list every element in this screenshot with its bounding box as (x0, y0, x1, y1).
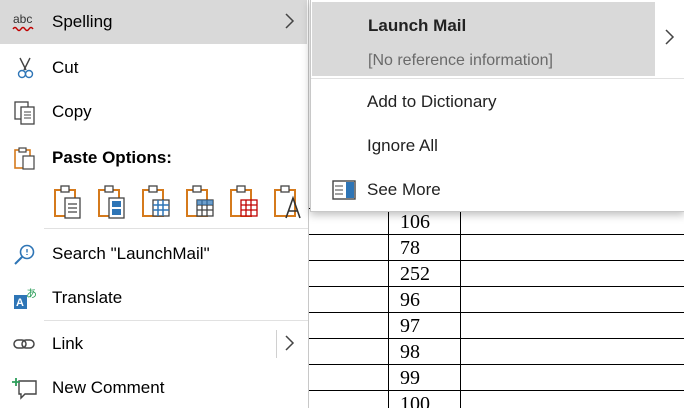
chevron-right-icon[interactable] (663, 26, 677, 48)
table-row: 106 (308, 208, 684, 235)
table-row: 100 (308, 390, 684, 408)
translate-icon: A あ (12, 286, 38, 310)
suggestion-title: Launch Mail (368, 16, 467, 35)
link-label: Link (52, 334, 84, 353)
table-cell: 96 (400, 289, 420, 311)
paste-keep-source-icon[interactable] (52, 184, 84, 222)
svg-text:あ: あ (26, 287, 37, 300)
clipboard-icon (12, 146, 38, 170)
chevron-right-icon[interactable] (283, 332, 297, 354)
translate-label: Translate (52, 288, 123, 307)
table-row: 252 (308, 260, 684, 287)
scissors-icon (12, 56, 38, 80)
context-menu: abc Spelling Cut Copy Paste Options: Sea… (0, 0, 309, 408)
suggestion-launch-mail[interactable]: Launch Mail [No reference information] (312, 2, 655, 76)
svg-text:A: A (16, 297, 24, 309)
menu-item-spelling[interactable]: abc Spelling (0, 0, 307, 44)
table-cell: 78 (400, 237, 420, 259)
copy-icon (12, 100, 38, 125)
spelling-submenu: Launch Mail [No reference information] A… (310, 0, 684, 212)
svg-text:abc: abc (13, 12, 32, 26)
table-cell: 97 (400, 315, 420, 337)
new-comment-icon (12, 376, 38, 400)
table-row: 96 (308, 286, 684, 313)
see-more-item[interactable]: See More (311, 168, 684, 212)
menu-item-copy[interactable]: Copy (0, 90, 307, 134)
link-icon (12, 332, 38, 356)
ignore-all-item[interactable]: Ignore All (311, 124, 684, 168)
menu-item-translate[interactable]: A あ Translate (0, 276, 307, 320)
table-row: 78 (308, 234, 684, 261)
spelling-icon: abc (12, 10, 38, 34)
table-row: 98 (308, 338, 684, 365)
menu-item-link[interactable]: Link (0, 322, 307, 366)
spelling-label: Spelling (52, 12, 113, 31)
paste-options-label: Paste Options: (52, 148, 172, 167)
menu-item-cut[interactable]: Cut (0, 46, 307, 90)
chevron-right-icon (283, 10, 297, 32)
reference-info: [No reference information] (368, 52, 553, 69)
document-table: 106 78 252 96 97 98 99 100 (308, 208, 684, 408)
paste-options-row (52, 184, 308, 222)
table-cell: 252 (400, 263, 430, 285)
add-to-dictionary-item[interactable]: Add to Dictionary (311, 80, 684, 124)
table-cell: 99 (400, 367, 420, 389)
search-label: Search "LaunchMail" (52, 244, 210, 263)
cut-label: Cut (52, 58, 79, 77)
copy-label: Copy (52, 102, 92, 121)
paste-options-header: Paste Options: (0, 136, 307, 180)
paste-merge-formatting-icon[interactable] (96, 184, 128, 222)
menu-item-new-comment[interactable]: New Comment (0, 366, 307, 410)
paste-overwrite-cells-icon[interactable] (228, 184, 260, 222)
new-comment-label: New Comment (52, 378, 165, 397)
table-cell: 106 (400, 211, 430, 233)
table-cell: 98 (400, 341, 420, 363)
pane-icon (331, 178, 357, 202)
paste-merge-table-icon[interactable] (184, 184, 216, 222)
see-more-label: See More (367, 180, 441, 199)
paste-nest-table-icon[interactable] (140, 184, 172, 222)
table-row: 99 (308, 364, 684, 391)
search-icon (12, 242, 38, 266)
menu-item-search[interactable]: Search "LaunchMail" (0, 232, 307, 276)
paste-keep-text-only-icon[interactable] (272, 184, 304, 222)
add-to-dictionary-label: Add to Dictionary (367, 92, 497, 111)
table-row: 97 (308, 312, 684, 339)
ignore-all-label: Ignore All (367, 136, 438, 155)
table-cell: 100 (400, 393, 430, 408)
